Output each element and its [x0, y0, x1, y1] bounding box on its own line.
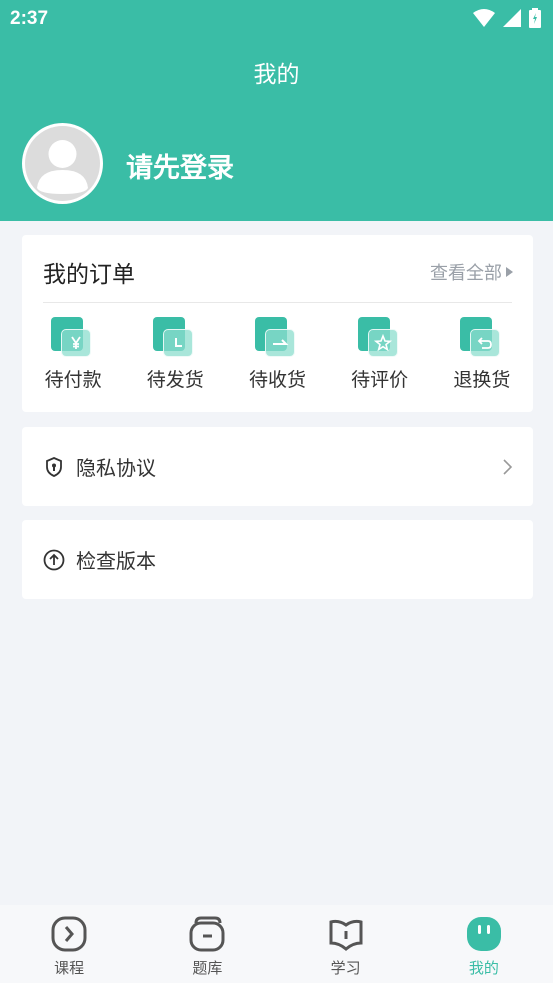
profile-header: 2:37 我的 请先登录 [0, 0, 553, 221]
tab-courses[interactable]: 课程 [0, 905, 138, 983]
avatar[interactable] [22, 123, 103, 204]
face-icon [466, 917, 501, 951]
status-bar: 2:37 [0, 0, 553, 40]
divider [43, 302, 512, 303]
status-time: 2:37 [10, 8, 49, 29]
privacy-policy-label: 隐私协议 [76, 456, 156, 480]
tab-label: 课程 [54, 959, 85, 977]
wallet-icon [189, 916, 225, 952]
orders-card: 我的订单 查看全部 待付款 待发货 待收货 待评价 退换货 [22, 235, 533, 412]
tab-label: 题库 [192, 959, 223, 977]
user-silhouette-icon [37, 140, 88, 194]
battery-icon [529, 8, 541, 28]
chevron-right-icon [503, 458, 513, 475]
check-version-label: 检查版本 [76, 549, 156, 573]
shield-icon [46, 456, 62, 477]
privacy-policy-row[interactable]: 隐私协议 [22, 427, 533, 506]
order-label: 待收货 [248, 369, 306, 391]
caret-right-icon [506, 267, 513, 277]
order-pending-receipt[interactable]: 待收货 [226, 317, 328, 392]
return-icon [477, 337, 492, 349]
tab-mine[interactable]: 我的 [415, 905, 553, 983]
view-all-orders-link[interactable]: 查看全部 [430, 259, 513, 285]
order-label: 待发货 [146, 369, 204, 391]
order-label: 待评价 [351, 369, 409, 391]
order-label: 退换货 [453, 369, 511, 391]
upload-circle-icon [43, 549, 65, 570]
clock-icon [175, 338, 183, 347]
tab-question-bank[interactable]: 题库 [138, 905, 276, 983]
page-title: 我的 [253, 62, 300, 88]
order-status-list: 待付款 待发货 待收货 待评价 退换货 [22, 317, 533, 392]
orders-title: 我的订单 [43, 262, 135, 288]
yen-icon [71, 336, 81, 349]
star-icon [373, 334, 392, 352]
order-pending-review[interactable]: 待评价 [329, 317, 431, 392]
login-prompt[interactable]: 请先登录 [126, 146, 234, 185]
view-all-label: 查看全部 [430, 263, 502, 284]
check-version-row[interactable]: 检查版本 [22, 520, 533, 599]
order-label: 待付款 [44, 369, 102, 391]
order-pending-payment[interactable]: 待付款 [22, 317, 124, 392]
tab-study[interactable]: 学习 [277, 905, 415, 983]
wifi-icon [473, 9, 495, 27]
arrow-right-icon [273, 339, 289, 345]
bottom-tab-bar: 课程 题库 学习 我的 [0, 905, 553, 983]
order-pending-shipment[interactable]: 待发货 [124, 317, 226, 392]
status-icons [473, 8, 541, 28]
tab-label: 学习 [330, 959, 361, 977]
book-icon [329, 919, 363, 951]
play-circle-icon [51, 916, 87, 952]
signal-icon [503, 9, 521, 27]
order-returns[interactable]: 退换货 [431, 317, 533, 392]
tab-label: 我的 [468, 959, 499, 977]
